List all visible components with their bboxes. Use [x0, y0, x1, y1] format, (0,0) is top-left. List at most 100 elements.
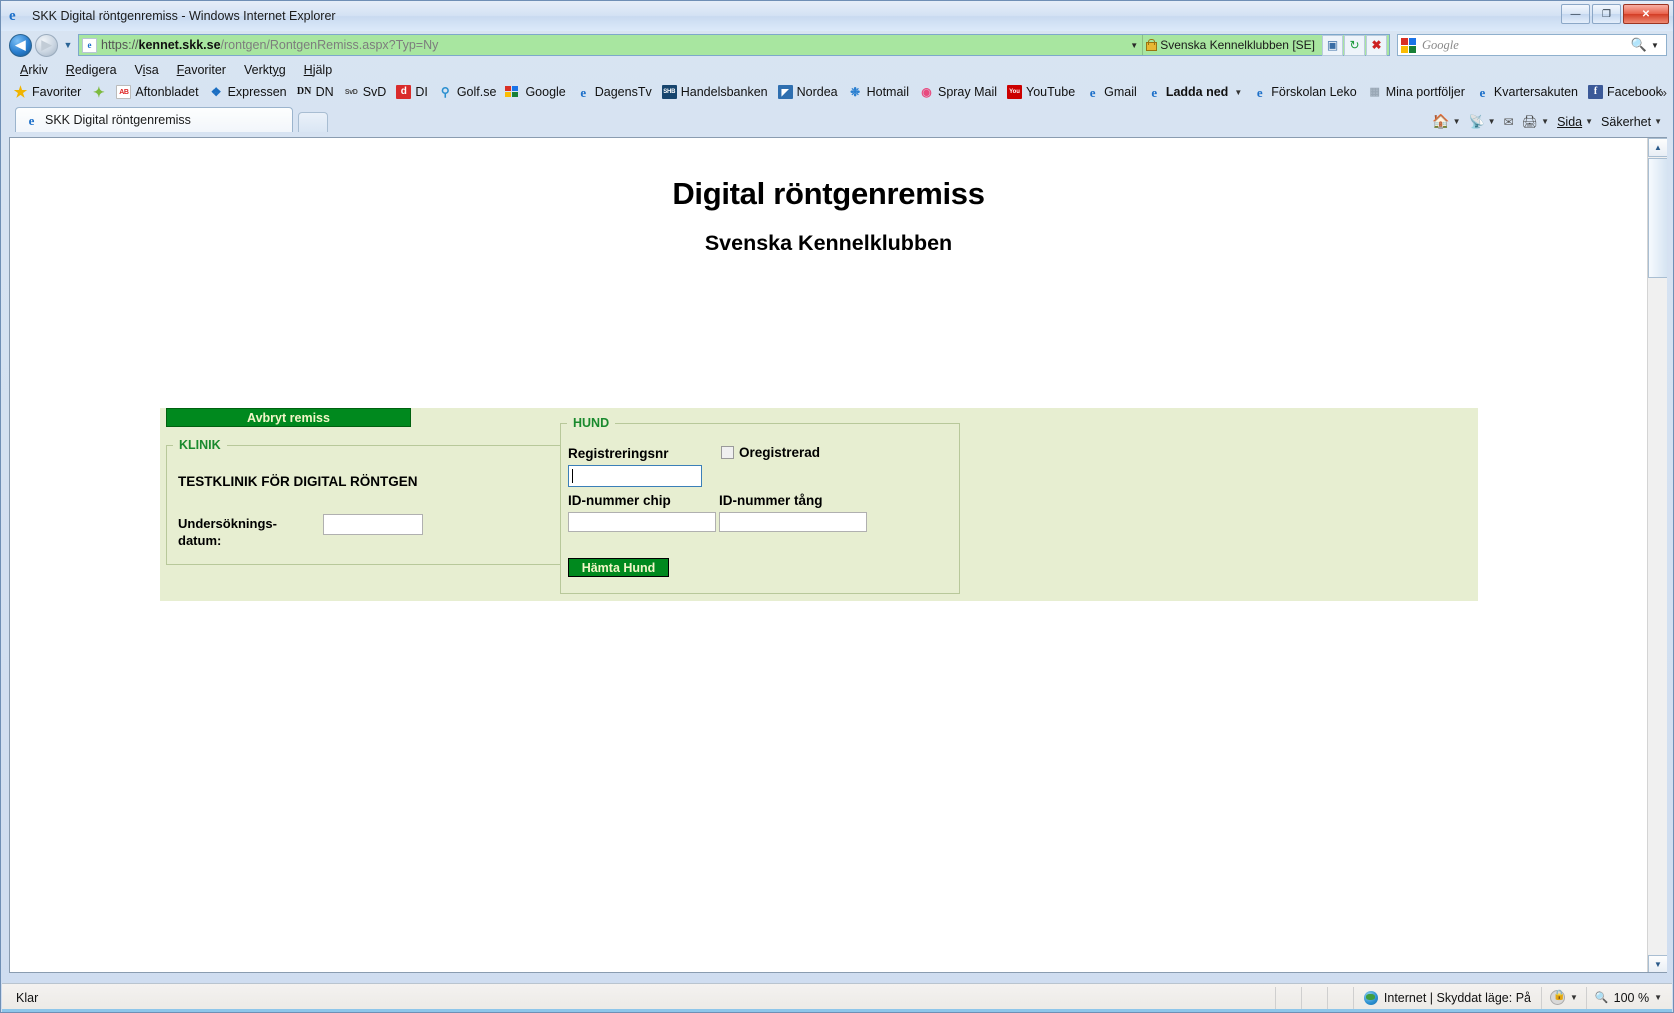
star-icon: ★: [13, 83, 28, 101]
favorite-aftonbladet[interactable]: AB Aftonbladet: [112, 85, 204, 99]
new-tab-button[interactable]: [298, 112, 328, 132]
tattoo-id-input[interactable]: [719, 512, 867, 532]
zoom-level-indicator[interactable]: 🔍 100 % ▼: [1585, 986, 1672, 1009]
favorite-dn[interactable]: DN DN: [293, 85, 340, 99]
chevron-down-icon[interactable]: ▼: [1234, 88, 1242, 97]
spray-icon: ◉: [921, 85, 932, 99]
url-path: /rontgen/RontgenRemiss.aspx?Typ=Ny: [220, 38, 439, 52]
favorite-ladda-ned[interactable]: e Ladda ned ▼: [1143, 85, 1248, 99]
examination-date-input[interactable]: [323, 514, 423, 535]
favorite-handelsbanken[interactable]: SHB Handelsbanken: [658, 85, 774, 99]
favorite-kvartersakuten[interactable]: e Kvartersakuten: [1471, 85, 1584, 99]
clinic-column: Avbryt remiss KLINIK TESTKLINIK FÖR DIGI…: [166, 408, 570, 565]
search-icon[interactable]: 🔍: [1631, 37, 1647, 53]
search-provider-dropdown-icon[interactable]: ▼: [1647, 41, 1663, 50]
stop-button[interactable]: ✖: [1366, 34, 1387, 56]
favorite-label: Aftonbladet: [135, 85, 199, 99]
menu-bar: Arkiv Redigera Visa Favoriter Verktyg Hj…: [1, 59, 1673, 80]
favorite-label: Gmail: [1104, 85, 1137, 99]
search-box[interactable]: Google 🔍 ▼: [1397, 34, 1667, 56]
favorite-expressen[interactable]: ❖ Expressen: [205, 85, 293, 99]
favorite-di[interactable]: d DI: [392, 85, 434, 99]
chevron-down-icon[interactable]: ▼: [1570, 993, 1578, 1002]
tab-skk-digital-rontgenremiss[interactable]: e SKK Digital röntgenremiss: [15, 107, 293, 132]
favorite-google[interactable]: Google: [502, 85, 571, 99]
favorite-gmail[interactable]: e Gmail: [1081, 85, 1143, 99]
security-zone-indicator[interactable]: Internet | Skyddat läge: På: [1352, 986, 1541, 1009]
window-bottom-accent: [2, 1009, 1672, 1012]
favorite-label: YouTube: [1026, 85, 1076, 99]
security-status-bar[interactable]: Svenska Kennelklubben [SE]: [1142, 35, 1321, 55]
title-bar: e SKK Digital röntgenremiss - Windows In…: [1, 1, 1673, 31]
feeds-button[interactable]: 📡 ▼: [1465, 114, 1498, 130]
tab-label: SKK Digital röntgenremiss: [45, 113, 191, 127]
chevron-down-icon[interactable]: ▼: [1654, 117, 1662, 126]
chevron-down-icon[interactable]: ▼: [1453, 117, 1461, 126]
dog-fieldset: HUND Registreringsnr Oregistrerad ID-num…: [560, 416, 960, 594]
add-to-favorites-bar-button[interactable]: ✦: [87, 85, 112, 99]
favorite-nordea[interactable]: ◤ Nordea: [774, 85, 844, 99]
registration-number-input[interactable]: [568, 465, 702, 487]
favorite-youtube[interactable]: You YouTube: [1003, 85, 1081, 99]
menu-item-redigera[interactable]: Redigera: [57, 62, 126, 78]
address-dropdown-icon[interactable]: ▼: [1126, 41, 1142, 50]
favorite-label: DagensTv: [594, 85, 652, 99]
favorite-svd[interactable]: SvD SvD: [340, 85, 393, 99]
favorite-hotmail[interactable]: ❉ Hotmail: [844, 85, 915, 99]
favorite-spray-mail[interactable]: ◉ Spray Mail: [915, 85, 1003, 99]
chevron-down-icon[interactable]: ▼: [1585, 117, 1593, 126]
favorite-golf[interactable]: ⚲ Golf.se: [434, 85, 503, 99]
menu-item-hjalp[interactable]: Hjälp: [295, 62, 342, 78]
chevron-down-icon[interactable]: ▼: [1541, 117, 1549, 126]
favorite-label: Google: [525, 85, 566, 99]
safety-menu-label: Säkerhet: [1601, 114, 1652, 129]
maximize-button[interactable]: ❐: [1592, 4, 1621, 24]
address-bar[interactable]: e https://kennet.skk.se/rontgen/RontgenR…: [78, 34, 1390, 56]
favorite-label: Mina portföljer: [1385, 85, 1465, 99]
status-cell-1: [1274, 986, 1301, 1009]
mail-button[interactable]: ✉: [1501, 115, 1517, 129]
cancel-remiss-button[interactable]: Avbryt remiss: [166, 408, 411, 427]
forward-button[interactable]: ▶: [35, 33, 58, 57]
menu-item-arkiv[interactable]: Arkiv: [11, 62, 57, 78]
menu-item-visa[interactable]: Visa: [126, 62, 168, 78]
scrollbar-thumb[interactable]: [1648, 158, 1667, 278]
security-org-label: Svenska Kennelklubben [SE]: [1160, 38, 1315, 52]
page-scrollbar[interactable]: ▲ ▼: [1647, 138, 1667, 972]
chevron-down-icon[interactable]: ▼: [1488, 117, 1496, 126]
favorite-facebook[interactable]: f Facebook: [1584, 85, 1668, 99]
examination-date-label: Undersöknings- datum:: [178, 515, 328, 549]
chevron-down-icon[interactable]: ▼: [1654, 993, 1662, 1002]
back-button[interactable]: ◀: [9, 33, 32, 57]
favorite-dagenstv[interactable]: e DagensTv: [572, 85, 658, 99]
google-icon: [1401, 37, 1417, 53]
favorite-mina-portfoljer[interactable]: ▦ Mina portföljer: [1363, 85, 1471, 99]
menu-item-favoriter[interactable]: Favoriter: [168, 62, 235, 78]
unregistered-checkbox[interactable]: [721, 446, 734, 459]
unregistered-checkbox-wrapper[interactable]: Oregistrerad: [721, 445, 820, 460]
di-icon: d: [396, 85, 412, 99]
safety-menu-button[interactable]: Säkerhet ▼: [1598, 115, 1665, 129]
close-button[interactable]: ✕: [1623, 4, 1669, 24]
favorites-overflow-button[interactable]: »: [1660, 85, 1667, 100]
print-button[interactable]: 🖨 ▼: [1519, 114, 1552, 130]
ie-logo-icon: e: [9, 7, 16, 24]
chip-id-input[interactable]: [568, 512, 716, 532]
examination-date-label-line2: datum:: [178, 533, 222, 548]
scroll-up-button[interactable]: ▲: [1648, 138, 1667, 157]
menu-item-verktyg[interactable]: Verktyg: [235, 62, 295, 78]
ie-page-icon: e: [28, 112, 35, 128]
search-input[interactable]: Google: [1422, 38, 1631, 53]
favorites-button[interactable]: ★ Favoriter: [9, 83, 87, 101]
fetch-dog-button[interactable]: Hämta Hund: [568, 558, 669, 577]
refresh-button[interactable]: ↻: [1344, 34, 1365, 56]
scroll-down-button[interactable]: ▼: [1648, 955, 1667, 972]
recent-pages-dropdown-icon[interactable]: ▼: [61, 40, 75, 50]
page-menu-button[interactable]: Sida ▼: [1554, 115, 1596, 129]
minimize-button[interactable]: —: [1561, 4, 1590, 24]
home-button[interactable]: 🏠 ▼: [1429, 113, 1463, 130]
protected-mode-indicator[interactable]: ▼: [1541, 986, 1586, 1009]
home-icon: 🏠: [1432, 113, 1450, 129]
favorite-forskolan-leko[interactable]: e Förskolan Leko: [1248, 85, 1362, 99]
compatibility-view-button[interactable]: ▣: [1322, 34, 1343, 56]
